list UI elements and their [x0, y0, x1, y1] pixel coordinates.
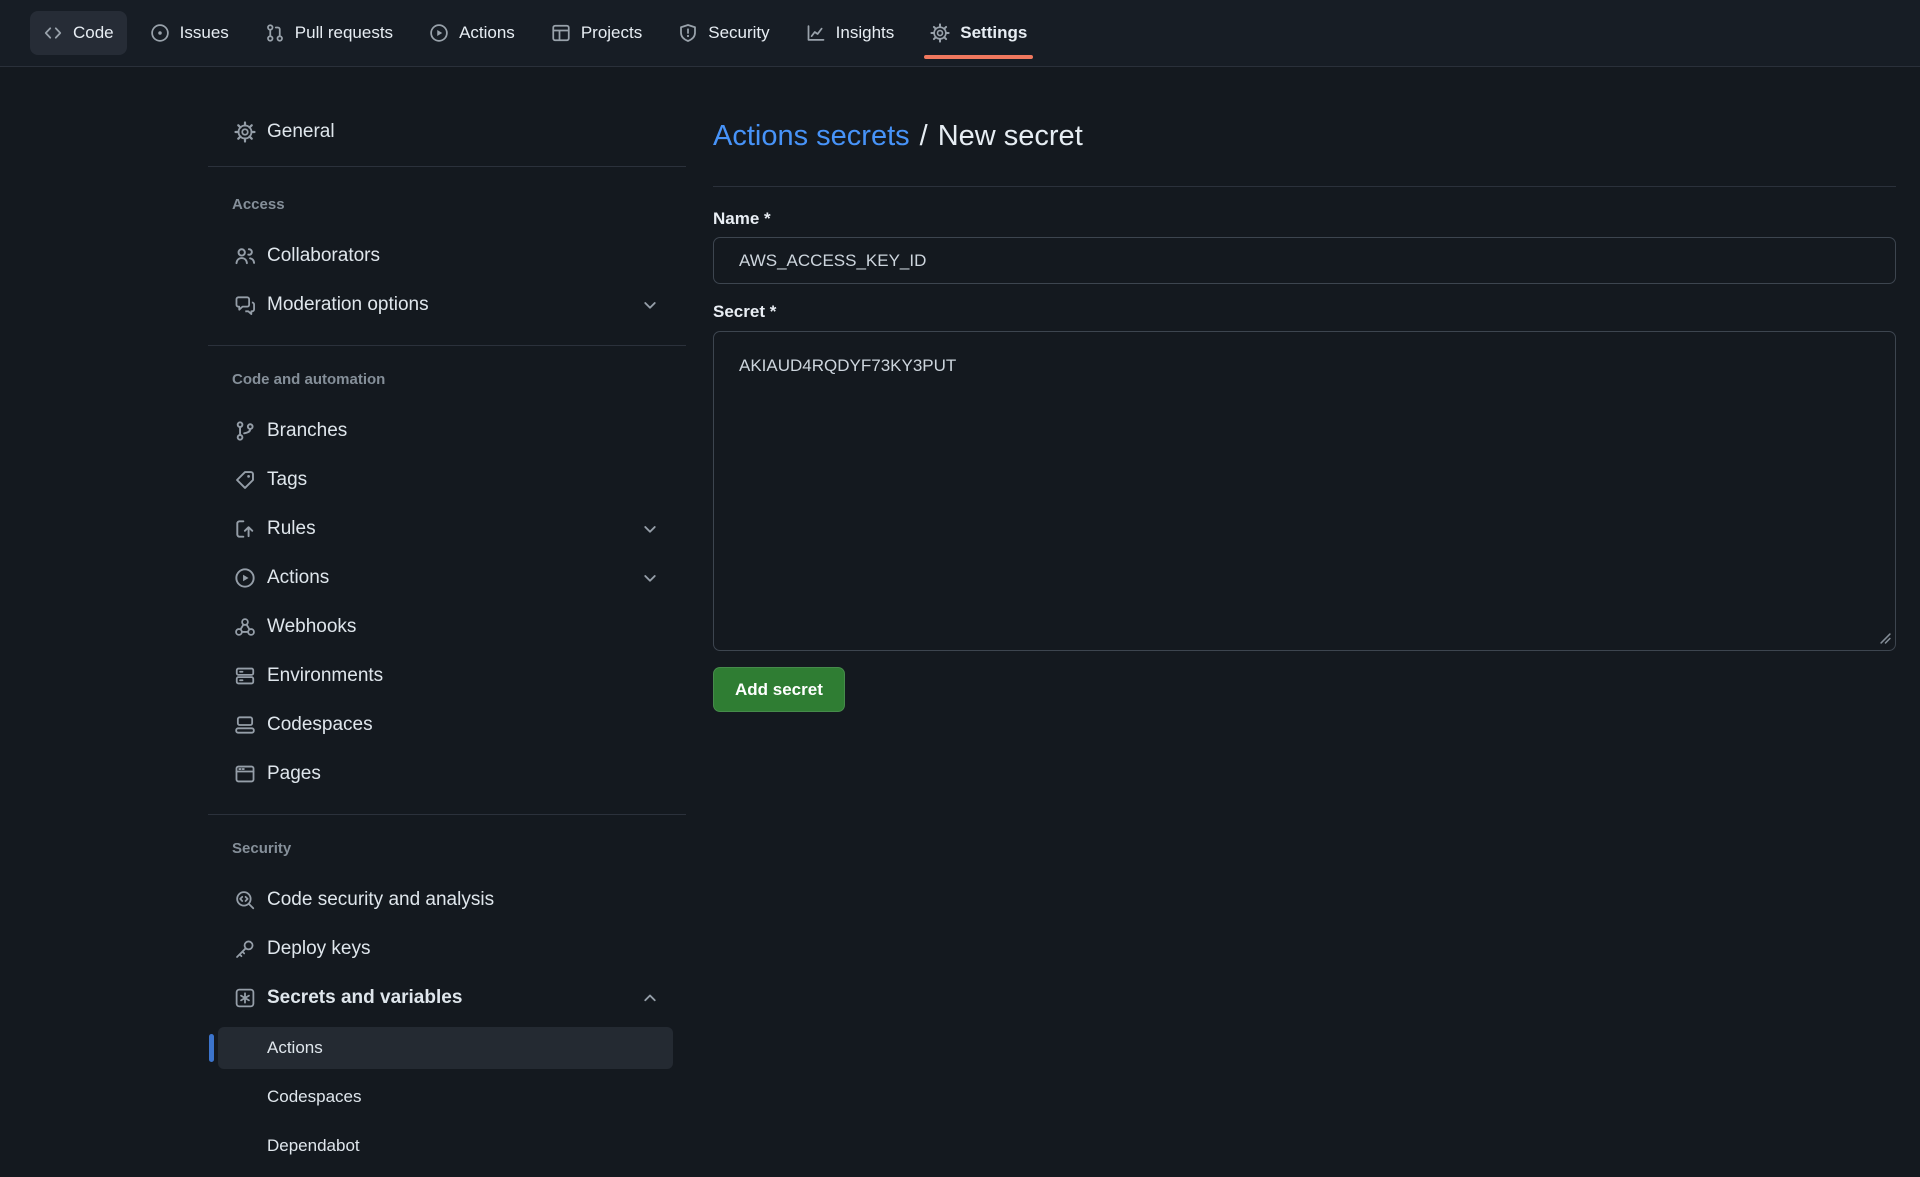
settings-sidebar: General Access Collaborators Moderation … — [208, 67, 686, 1167]
sidebar-item-general[interactable]: General — [208, 107, 686, 156]
secret-name-input[interactable] — [713, 237, 1896, 284]
tab-label: Pull requests — [295, 23, 393, 43]
tab-label: Projects — [581, 23, 642, 43]
server-icon — [234, 665, 256, 687]
sidebar-item-actions[interactable]: Actions — [208, 553, 686, 602]
tab-pull-requests[interactable]: Pull requests — [252, 11, 406, 55]
sidebar-item-label: Collaborators — [267, 245, 380, 267]
sidebar-item-deploy-keys[interactable]: Deploy keys — [208, 924, 686, 973]
tab-insights[interactable]: Insights — [793, 11, 908, 55]
chevron-up-icon — [640, 988, 660, 1008]
page-title: Actions secrets / New secret — [713, 119, 1896, 154]
tab-label: Issues — [180, 23, 229, 43]
secret-textarea-wrap: AKIAUD4RQDYF73KY3PUT — [713, 331, 1896, 651]
sidebar-item-pages[interactable]: Pages — [208, 749, 686, 798]
sidebar-item-branches[interactable]: Branches — [208, 406, 686, 455]
sidebar-item-label: Moderation options — [267, 294, 429, 316]
sidebar-item-environments[interactable]: Environments — [208, 651, 686, 700]
gear-icon — [930, 23, 950, 43]
chevron-down-icon — [640, 568, 660, 588]
sidebar-item-tags[interactable]: Tags — [208, 455, 686, 504]
sidebar-item-label: Code security and analysis — [267, 889, 494, 911]
chevron-down-icon — [640, 519, 660, 539]
add-secret-button[interactable]: Add secret — [713, 667, 845, 712]
sidebar-subitem-dependabot[interactable]: Dependabot — [218, 1125, 673, 1167]
resize-grip-icon[interactable] — [1880, 633, 1891, 644]
people-icon — [234, 245, 256, 267]
repo-tab-bar: Code Issues Pull requests Actions Projec… — [0, 0, 1920, 67]
sidebar-subitem-label: Dependabot — [267, 1136, 360, 1156]
sidebar-item-label: Actions — [267, 567, 329, 589]
name-label: Name * — [713, 209, 1896, 229]
sidebar-item-rules[interactable]: Rules — [208, 504, 686, 553]
tab-label: Insights — [836, 23, 895, 43]
new-secret-panel: Actions secrets / New secret Name * Secr… — [686, 67, 1920, 712]
breadcrumb-current: New secret — [938, 119, 1083, 154]
sidebar-item-label: General — [267, 121, 335, 143]
breadcrumb-separator: / — [920, 119, 928, 154]
tag-icon — [234, 469, 256, 491]
sidebar-item-codespaces[interactable]: Codespaces — [208, 700, 686, 749]
tab-settings[interactable]: Settings — [917, 11, 1040, 55]
sidebar-section-security: Security — [208, 839, 686, 859]
chevron-down-icon — [640, 295, 660, 315]
tab-actions[interactable]: Actions — [416, 11, 528, 55]
codespaces-icon — [234, 714, 256, 736]
sidebar-item-webhooks[interactable]: Webhooks — [208, 602, 686, 651]
key-icon — [234, 938, 256, 960]
asterisk-box-icon — [234, 987, 256, 1009]
browser-icon — [234, 763, 256, 785]
sidebar-item-label: Webhooks — [267, 616, 356, 638]
sidebar-section-access: Access — [208, 195, 686, 215]
comment-discussion-icon — [234, 294, 256, 316]
sidebar-item-label: Tags — [267, 469, 307, 491]
tab-projects[interactable]: Projects — [538, 11, 655, 55]
sidebar-item-label: Codespaces — [267, 714, 373, 736]
pull-request-icon — [265, 23, 285, 43]
play-icon — [234, 567, 256, 589]
code-icon — [43, 23, 63, 43]
codescan-icon — [234, 889, 256, 911]
shield-icon — [678, 23, 698, 43]
sidebar-item-secrets-and-variables[interactable]: Secrets and variables — [208, 973, 686, 1022]
sidebar-item-label: Pages — [267, 763, 321, 785]
sidebar-divider — [208, 814, 686, 815]
sidebar-subitem-label: Codespaces — [267, 1087, 362, 1107]
sidebar-item-collaborators[interactable]: Collaborators — [208, 231, 686, 280]
projects-table-icon — [551, 23, 571, 43]
tab-label: Actions — [459, 23, 515, 43]
tab-security[interactable]: Security — [665, 11, 782, 55]
rules-icon — [234, 518, 256, 540]
sidebar-item-moderation-options[interactable]: Moderation options — [208, 280, 686, 329]
sidebar-section-code-and-automation: Code and automation — [208, 370, 686, 390]
secret-value-textarea[interactable]: AKIAUD4RQDYF73KY3PUT — [713, 331, 1896, 651]
sidebar-item-code-security-and-analysis[interactable]: Code security and analysis — [208, 875, 686, 924]
title-divider — [713, 186, 1896, 187]
sidebar-item-label: Branches — [267, 420, 347, 442]
sidebar-divider — [208, 345, 686, 346]
tab-label: Security — [708, 23, 769, 43]
sidebar-subitem-label: Actions — [267, 1038, 323, 1058]
actions-secrets-breadcrumb-link[interactable]: Actions secrets — [713, 119, 910, 154]
insights-graph-icon — [806, 23, 826, 43]
play-icon — [429, 23, 449, 43]
tab-code[interactable]: Code — [30, 11, 127, 55]
sidebar-item-label: Deploy keys — [267, 938, 371, 960]
secret-label: Secret * — [713, 302, 1896, 322]
sidebar-item-label: Rules — [267, 518, 316, 540]
tab-label: Code — [73, 23, 114, 43]
sidebar-divider — [208, 166, 686, 167]
sidebar-subitem-codespaces[interactable]: Codespaces — [218, 1076, 673, 1118]
sidebar-item-label: Environments — [267, 665, 383, 687]
sidebar-subitem-actions[interactable]: Actions — [218, 1027, 673, 1069]
git-branch-icon — [234, 420, 256, 442]
tab-label: Settings — [960, 23, 1027, 43]
issue-opened-icon — [150, 23, 170, 43]
sidebar-item-label: Secrets and variables — [267, 987, 462, 1009]
gear-icon — [234, 121, 256, 143]
tab-issues[interactable]: Issues — [137, 11, 242, 55]
webhook-icon — [234, 616, 256, 638]
